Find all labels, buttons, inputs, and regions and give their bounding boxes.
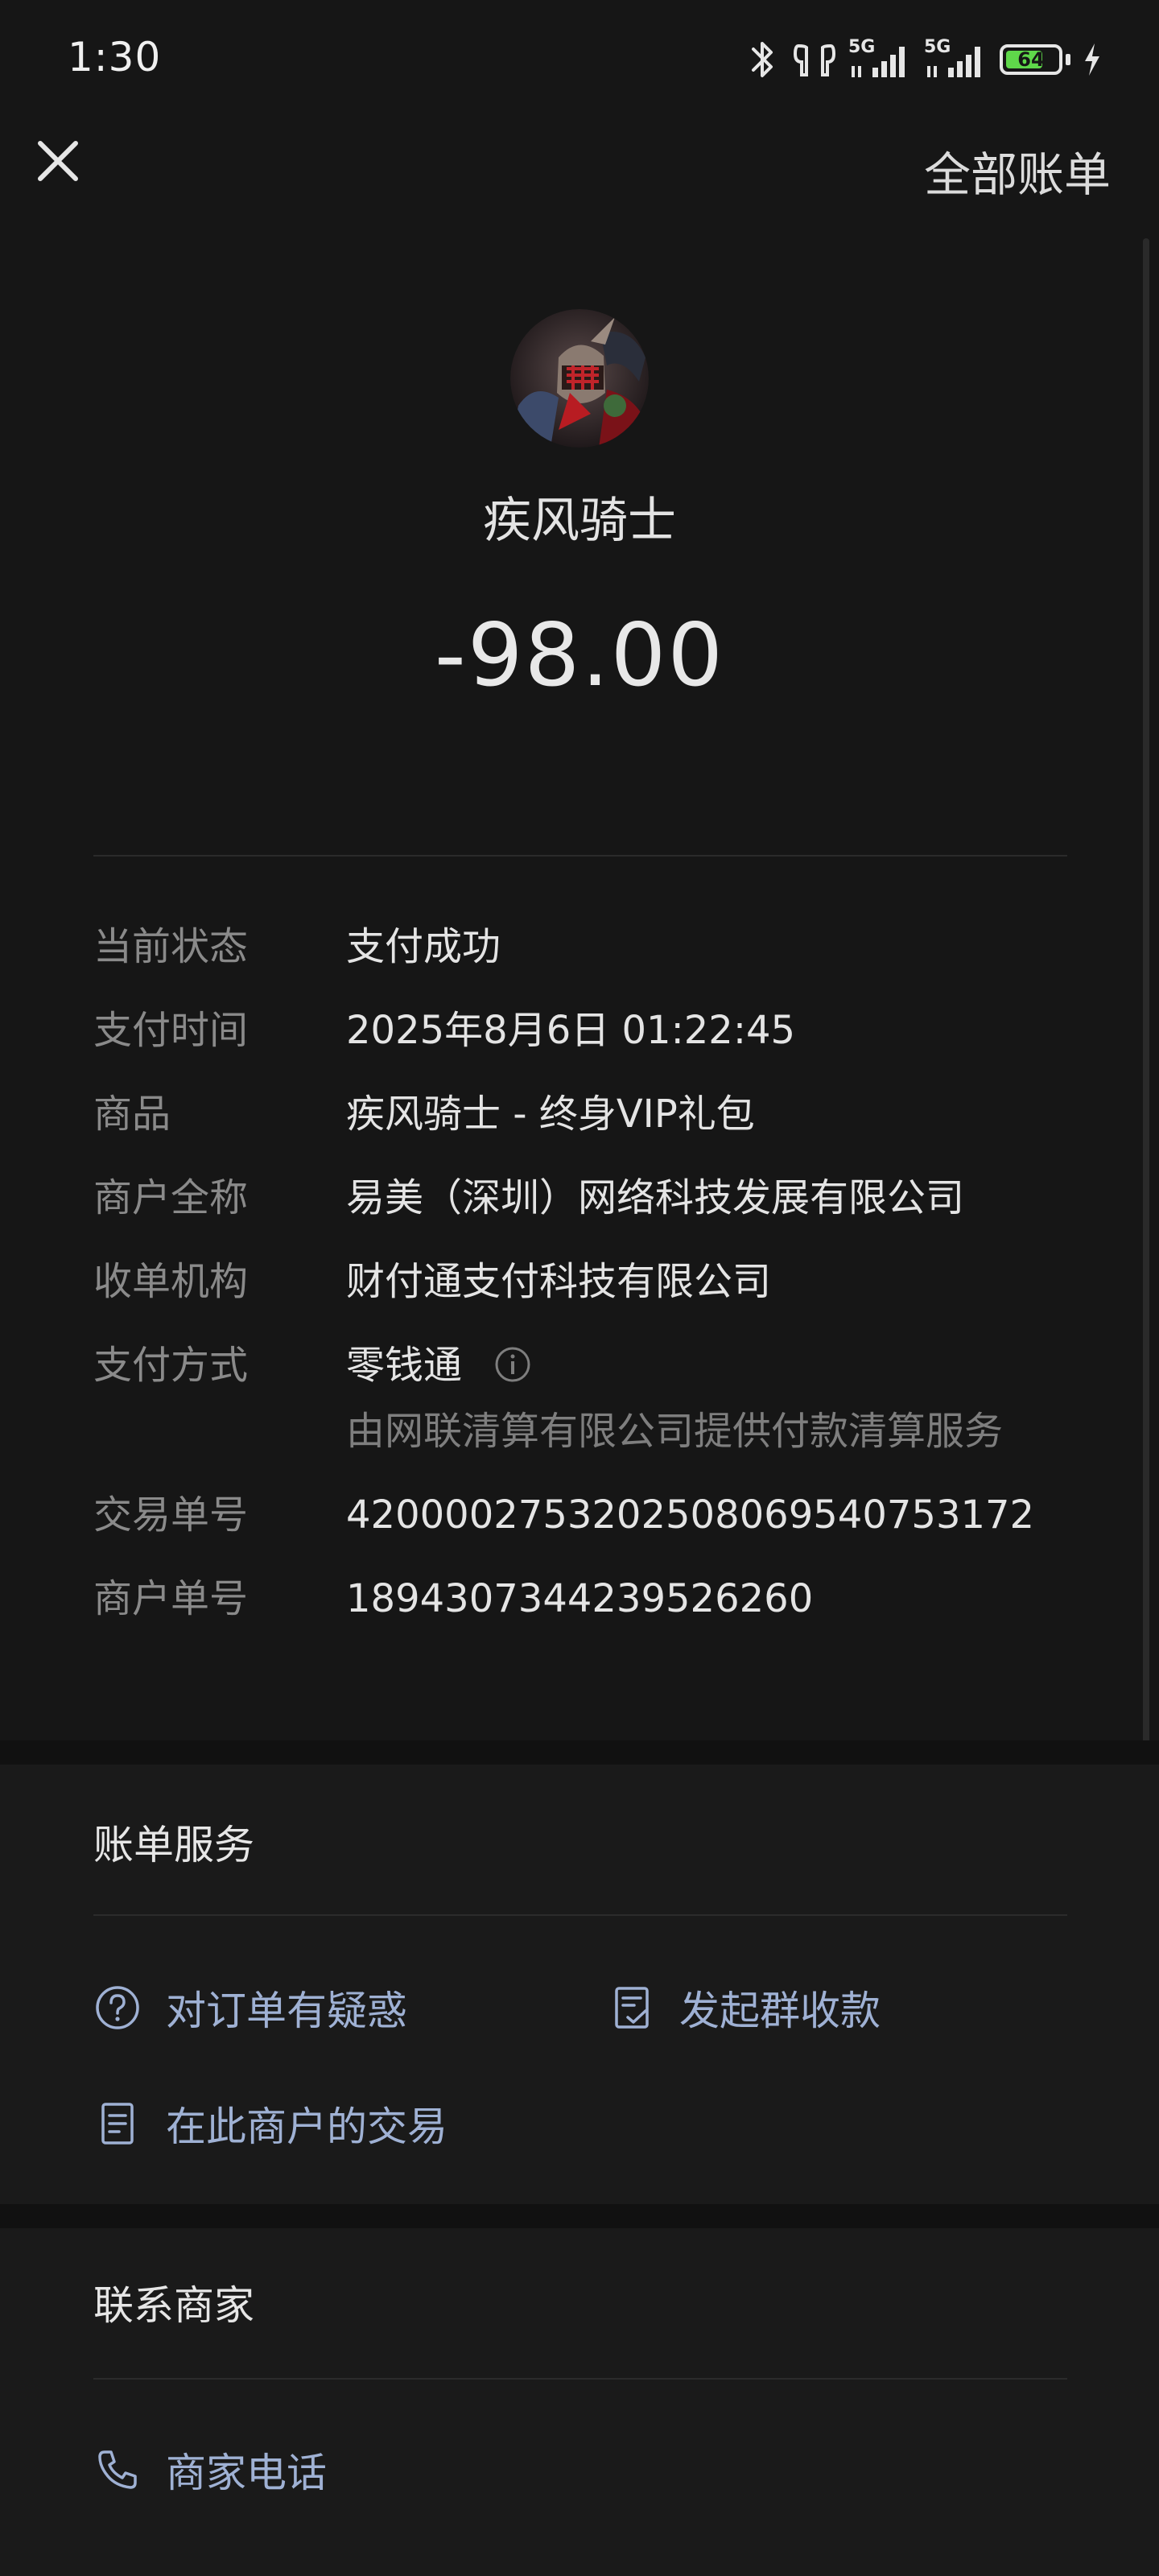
detail-label: 商户单号: [93, 1576, 249, 1621]
question-circle-icon: [96, 1986, 139, 2029]
merchant-transactions-button[interactable]: 在此商户的交易: [93, 2095, 448, 2153]
group-collect-button[interactable]: 发起群收款: [610, 1979, 881, 2037]
merchant-transactions-label: 在此商户的交易: [166, 2103, 448, 2150]
group-collect-label: 发起群收款: [679, 1988, 881, 2034]
detail-row-merchant-no: 商户单号 1894307344239526260: [93, 1576, 1099, 1621]
contact-merchant-title: 联系商家: [93, 2282, 254, 2329]
battery-level: 64: [1017, 48, 1045, 71]
transaction-details: 当前状态 支付成功 支付时间 2025年8月6日 01:22:45 商品 疾风骑…: [93, 924, 1099, 1660]
detail-value: 疾风骑士 - 终身VIP礼包: [346, 1092, 755, 1137]
contact-merchant-section: 联系商家 商家电话: [0, 2228, 1159, 2576]
detail-label: 商户全称: [93, 1175, 249, 1220]
info-icon[interactable]: [493, 1345, 532, 1384]
battery-indicator: 64: [1000, 44, 1062, 75]
payment-method-value: 零钱通: [346, 1343, 463, 1388]
merchant-phone-label: 商家电话: [166, 2450, 327, 2496]
detail-label: 支付方式: [93, 1343, 249, 1388]
detail-row-transaction-no: 交易单号 4200002753202508069540753172: [93, 1492, 1099, 1538]
detail-row-merchant-full: 商户全称 易美（深圳）网络科技发展有限公司: [93, 1175, 1099, 1220]
detail-value: 易美（深圳）网络科技发展有限公司: [346, 1175, 965, 1220]
detail-value: 4200002753202508069540753172: [346, 1492, 1035, 1538]
bill-detail-page: 1:30 5G 5G 64 全部账单 疾风骑士 -98.00 当前状态 支付成功…: [0, 0, 1159, 2576]
detail-row-payment-method: 支付方式 零钱通 由网联清算有限公司提供付款清算服务: [93, 1343, 1099, 1454]
section-separator: [0, 2204, 1159, 2228]
phone-icon: [98, 2450, 137, 2489]
merchant-phone-button[interactable]: 商家电话: [93, 2441, 327, 2499]
close-button[interactable]: [32, 135, 84, 187]
detail-label: 商品: [93, 1092, 171, 1137]
signal-bars-icon: [852, 47, 905, 77]
checklist-icon: [615, 1987, 649, 2029]
detail-label: 当前状态: [93, 924, 249, 969]
detail-value-wrap: 零钱通 由网联清算有限公司提供付款清算服务: [346, 1343, 1003, 1454]
detail-label: 交易单号: [93, 1492, 249, 1538]
battery-cap: [1066, 54, 1070, 65]
section-divider: [93, 1914, 1067, 1916]
signal-bars-icon: [927, 47, 980, 77]
section-separator: [0, 1740, 1159, 1765]
bluetooth-icon: [752, 42, 773, 77]
order-question-button[interactable]: 对订单有疑惑: [93, 1979, 407, 2037]
detail-value: 支付成功: [346, 924, 501, 969]
detail-row-status: 当前状态 支付成功: [93, 924, 1099, 969]
section-divider: [93, 2378, 1067, 2380]
order-question-label: 对订单有疑惑: [166, 1988, 407, 2034]
detail-row-acquirer: 收单机构 财付通支付科技有限公司: [93, 1259, 1099, 1304]
payment-amount: -98.00: [434, 605, 725, 706]
detail-row-time: 支付时间 2025年8月6日 01:22:45: [93, 1008, 1099, 1053]
signal-5g-1: 5G: [848, 37, 913, 82]
detail-value: 1894307344239526260: [346, 1576, 814, 1621]
signal-5g-2: 5G: [924, 37, 988, 82]
charging-icon: [1085, 43, 1099, 76]
merchant-name: 疾风骑士: [483, 493, 676, 549]
payment-clearing-note: 由网联清算有限公司提供付款清算服务: [346, 1409, 1004, 1454]
status-bar: 1:30 5G 5G 64: [0, 0, 1159, 121]
earbuds-icon: [793, 43, 836, 76]
detail-label: 支付时间: [93, 1008, 249, 1053]
document-icon: [101, 2103, 134, 2145]
detail-value: 2025年8月6日 01:22:45: [346, 1008, 796, 1053]
detail-label: 收单机构: [93, 1259, 249, 1304]
detail-value: 财付通支付科技有限公司: [346, 1259, 772, 1304]
status-time: 1:30: [68, 34, 162, 80]
all-bills-link[interactable]: 全部账单: [924, 137, 1111, 204]
close-icon: [38, 141, 78, 181]
status-icons: 5G 5G 64: [745, 35, 1103, 84]
bill-services-title: 账单服务: [93, 1822, 254, 1868]
knight-avatar-icon: [510, 309, 649, 448]
merchant-avatar: [510, 309, 649, 448]
header-divider: [93, 855, 1067, 857]
detail-row-product: 商品 疾风骑士 - 终身VIP礼包: [93, 1092, 1099, 1137]
bill-services-section: 账单服务 对订单有疑惑 发起群收款 在此商户的交易: [0, 1765, 1159, 2204]
